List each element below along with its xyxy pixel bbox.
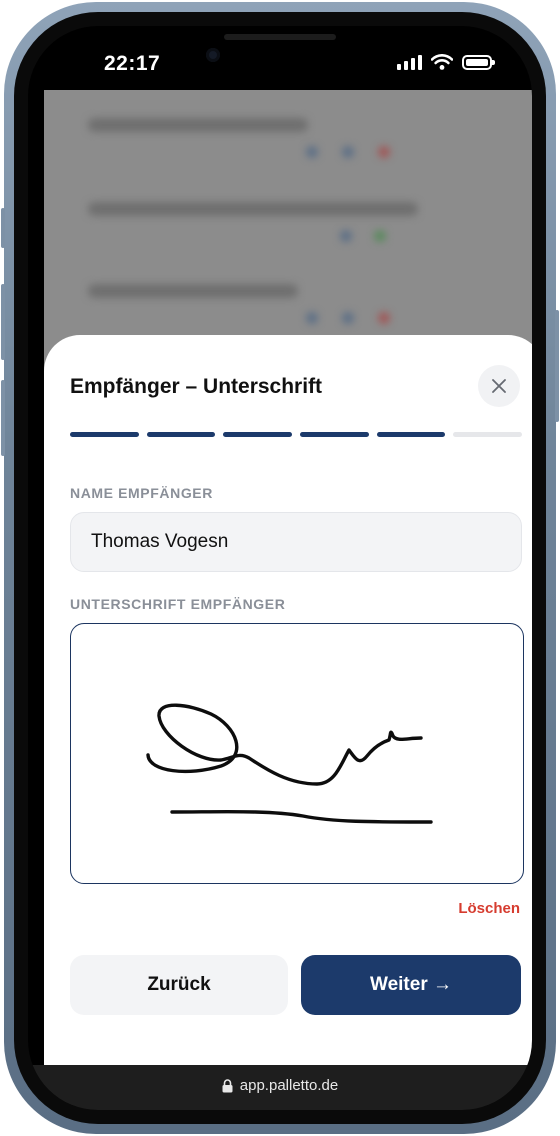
- phone-screen: 22:17 Empfänger – Unterschrift NAME EMPF…: [28, 26, 532, 1110]
- blurred-indicator: [342, 312, 354, 324]
- recipient-name-input[interactable]: [70, 512, 522, 572]
- volume-down-button: [1, 380, 5, 456]
- phone-bezel: 22:17 Empfänger – Unterschrift NAME EMPF…: [14, 12, 546, 1124]
- blurred-indicator: [342, 146, 354, 158]
- close-button[interactable]: [478, 365, 520, 407]
- side-button: [1, 208, 5, 248]
- signature-stroke: [146, 703, 433, 824]
- browser-url: app.palletto.de: [239, 1077, 339, 1094]
- step-progress: [70, 432, 523, 437]
- status-time: 22:17: [104, 52, 161, 75]
- wifi-icon: [431, 54, 453, 70]
- cellular-signal-icon: [397, 54, 422, 70]
- blurred-list-item: [88, 118, 308, 132]
- volume-up-button: [1, 284, 5, 360]
- clear-signature-link[interactable]: Löschen: [458, 900, 520, 917]
- phone-frame: 22:17 Empfänger – Unterschrift NAME EMPF…: [1, 2, 559, 1134]
- sheet-title: Empfänger – Unterschrift: [70, 375, 323, 398]
- blurred-indicator: [374, 230, 386, 242]
- lock-icon: [222, 1079, 233, 1093]
- signature-sheet: Empfänger – Unterschrift NAME EMPFÄNGER …: [44, 335, 532, 1065]
- status-bar: 22:17: [28, 26, 532, 90]
- blurred-indicator: [306, 146, 318, 158]
- blurred-indicator: [378, 146, 390, 158]
- status-icons: [397, 54, 495, 70]
- back-button[interactable]: Zurück: [70, 955, 288, 1015]
- progress-step-complete: [223, 432, 293, 437]
- blurred-indicator: [378, 312, 390, 324]
- blurred-indicator: [306, 312, 318, 324]
- progress-step-pending: [453, 432, 523, 437]
- progress-step-complete: [376, 432, 446, 437]
- power-button: [555, 310, 559, 422]
- signature-field-label: UNTERSCHRIFT EMPFÄNGER: [70, 596, 286, 612]
- close-icon: [492, 379, 506, 393]
- progress-step-complete: [300, 432, 369, 437]
- blurred-list-item: [88, 284, 298, 298]
- blurred-list-item: [88, 202, 418, 216]
- progress-step-complete: [146, 432, 216, 437]
- progress-step-complete: [70, 432, 139, 437]
- battery-icon: [462, 55, 495, 70]
- browser-url-bar[interactable]: app.palletto.de: [28, 1065, 532, 1110]
- blurred-indicator: [340, 230, 352, 242]
- signature-pad[interactable]: [70, 623, 524, 884]
- name-field-label: NAME EMPFÄNGER: [70, 485, 213, 501]
- next-button[interactable]: Weiter →: [301, 955, 521, 1015]
